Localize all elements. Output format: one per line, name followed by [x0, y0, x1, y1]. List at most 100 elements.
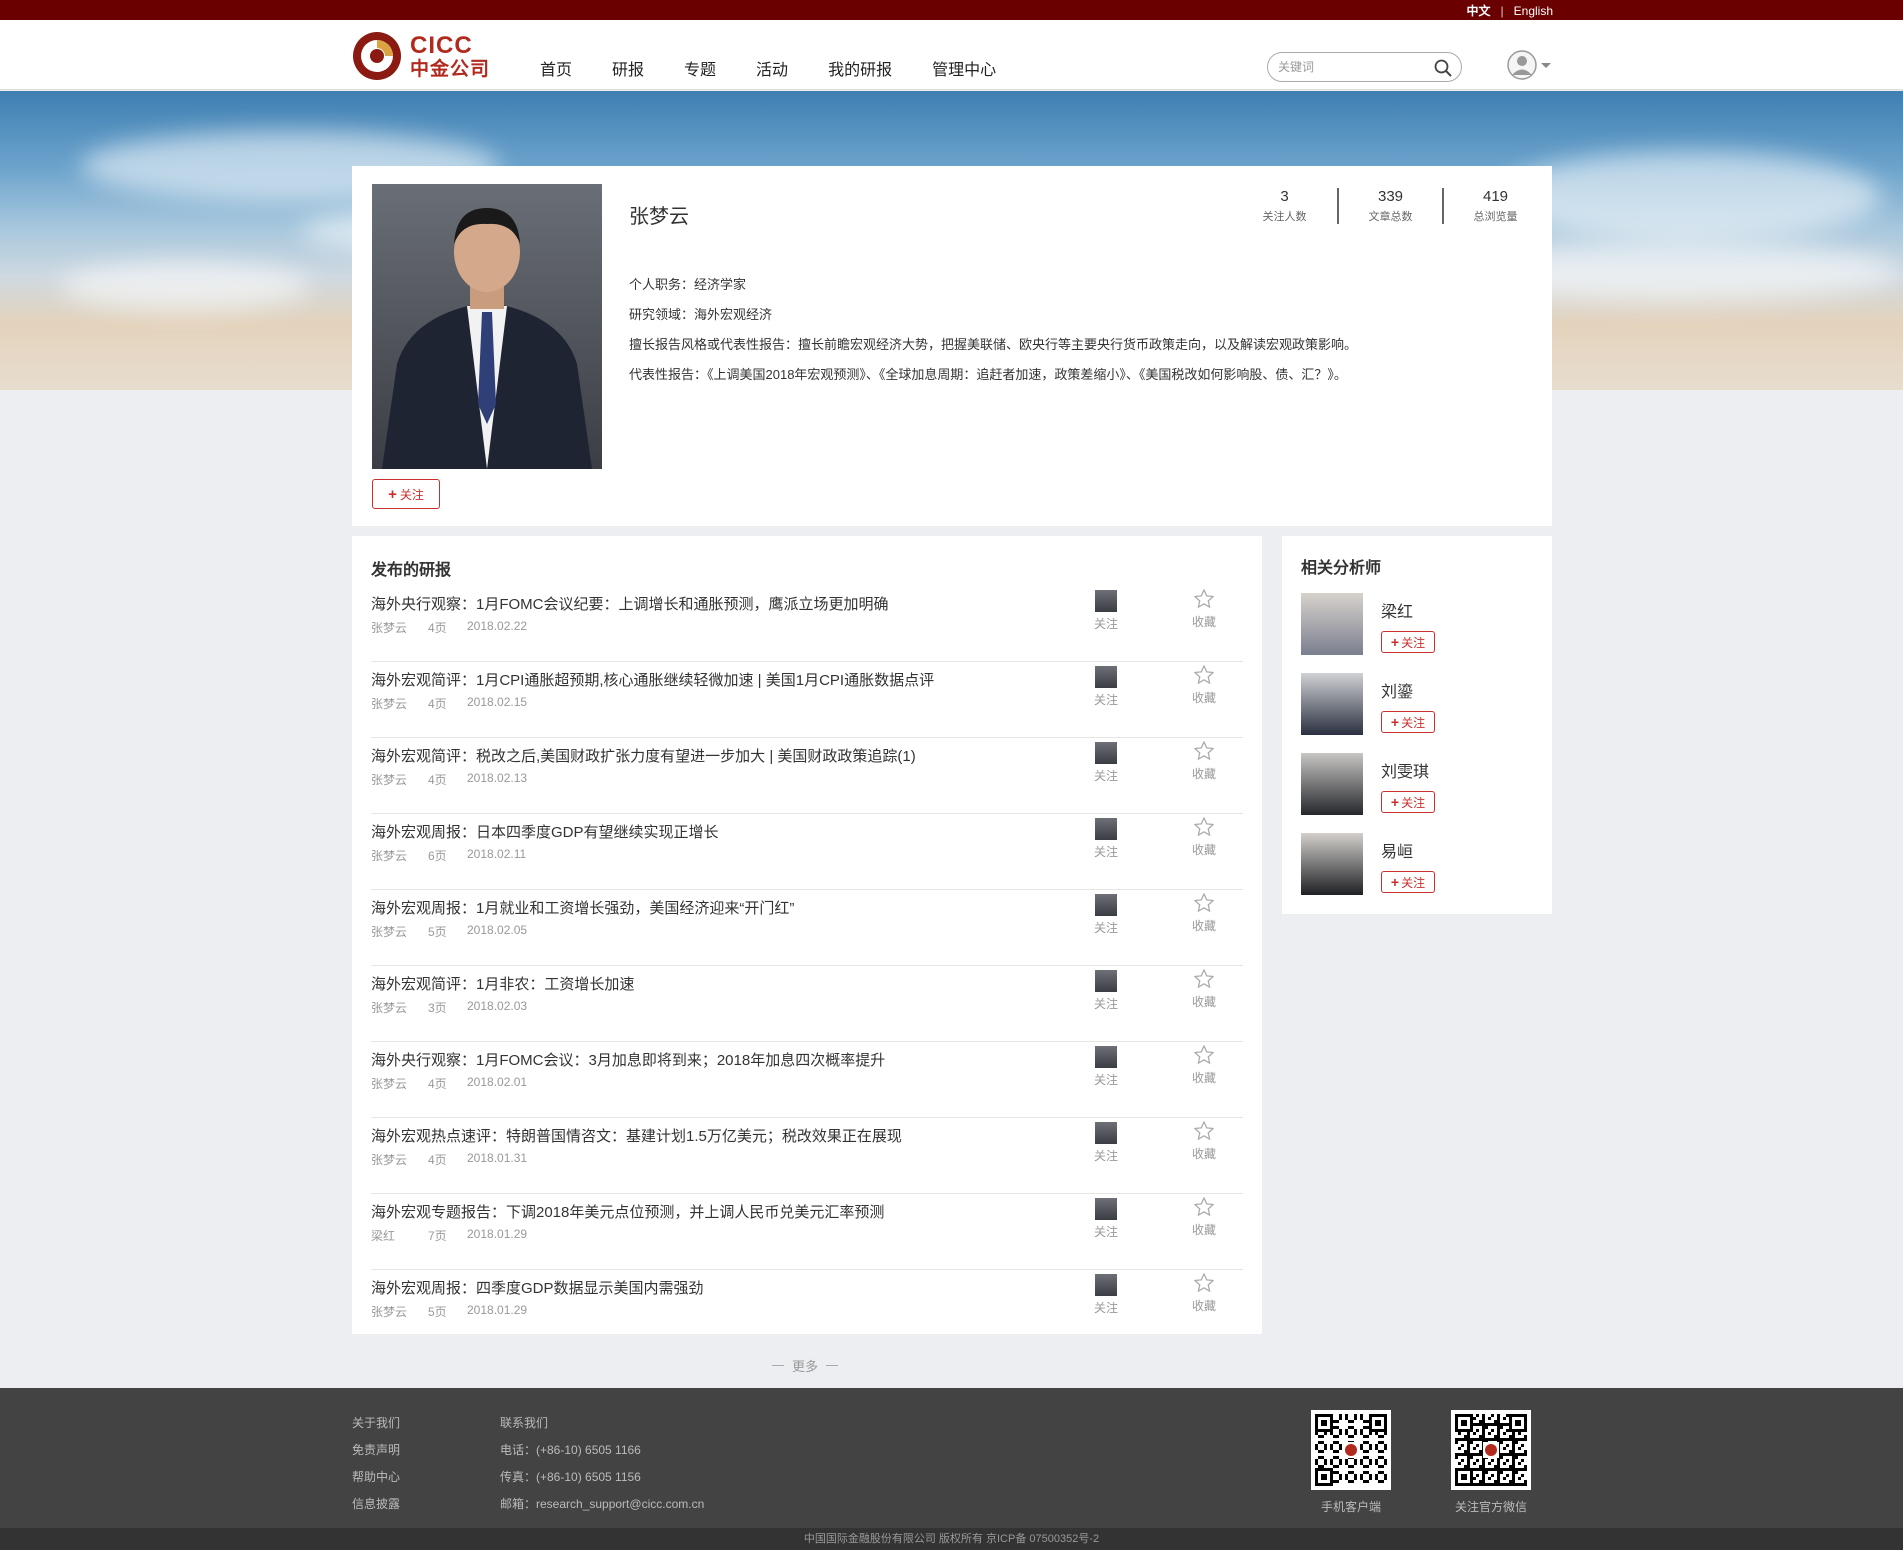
favorite-label: 收藏 — [1191, 615, 1216, 629]
footer-contact-title[interactable]: 联系我们 — [500, 1410, 704, 1437]
footer-disclaimer[interactable]: 免责声明 — [352, 1437, 400, 1464]
report-date: 2018.01.29 — [467, 1303, 528, 1317]
follow-label: 关注 — [1093, 1149, 1118, 1163]
nav-events[interactable]: 活动 — [756, 56, 788, 80]
report-title[interactable]: 海外宏观周报：1月就业和工资增长强劲，美国经济迎来“开门红” — [371, 897, 794, 918]
related-follow-button[interactable]: + 关注 — [1381, 711, 1435, 733]
report-follow-author[interactable]: 关注 — [1091, 590, 1121, 632]
report-title[interactable]: 海外宏观周报：四季度GDP数据显示美国内需强劲 — [371, 1277, 704, 1298]
report-follow-author[interactable]: 关注 — [1091, 818, 1121, 860]
cicc-logo[interactable]: CICC 中金公司 — [352, 30, 490, 82]
report-row: 海外宏观周报：日本四季度GDP有望继续实现正增长 张梦云 6页 2018.02.11 关… — [371, 814, 1243, 890]
report-author[interactable]: 梁红 — [371, 1227, 428, 1244]
nav-home[interactable]: 首页 — [540, 56, 572, 80]
report-title[interactable]: 海外央行观察：1月FOMC会议：3月加息即将到来；2018年加息四次概率提升 — [371, 1049, 885, 1070]
report-title[interactable]: 海外宏观简评：1月CPI通胀超预期,核心通胀继续轻微加速 | 美国1月CPI通胀… — [371, 669, 934, 690]
report-follow-author[interactable]: 关注 — [1091, 1122, 1121, 1164]
nav-my-reports[interactable]: 我的研报 — [828, 56, 892, 80]
report-date: 2018.01.31 — [467, 1151, 528, 1165]
report-follow-author[interactable]: 关注 — [1091, 666, 1121, 708]
report-follow-author[interactable]: 关注 — [1091, 894, 1121, 936]
star-icon — [1194, 817, 1214, 836]
profile-stats: 3 关注人数 339 文章总数 419 总浏览量 — [1232, 188, 1547, 224]
author-thumbnail — [1095, 742, 1117, 764]
report-pages: 5页 — [428, 925, 447, 939]
related-follow-button[interactable]: + 关注 — [1381, 871, 1435, 893]
lang-english[interactable]: English — [1514, 4, 1553, 18]
plus-icon: + — [1390, 634, 1400, 650]
nav-reports[interactable]: 研报 — [612, 56, 644, 80]
report-follow-author[interactable]: 关注 — [1091, 1046, 1121, 1088]
analyst-avatar[interactable] — [1301, 673, 1363, 735]
report-author[interactable]: 张梦云 — [371, 923, 428, 940]
report-row: 海外宏观专题报告：下调2018年美元点位预测，并上调人民币兑美元汇率预测 梁红 7页… — [371, 1194, 1243, 1270]
analyst-avatar[interactable] — [1301, 833, 1363, 895]
star-icon — [1194, 589, 1214, 608]
info-field: 研究领域：海外宏观经济 — [629, 307, 773, 322]
report-author[interactable]: 张梦云 — [371, 999, 428, 1016]
report-favorite[interactable]: 收藏 — [1184, 816, 1224, 858]
footer-phone: 电话：(+86-10) 6505 1166 — [500, 1443, 641, 1457]
report-date: 2018.01.29 — [467, 1227, 528, 1241]
lang-chinese[interactable]: 中文 — [1467, 2, 1491, 19]
report-title[interactable]: 海外宏观简评：税改之后,美国财政扩张力度有望进一步加大 | 美国财政政策追踪(1… — [371, 745, 916, 766]
report-title[interactable]: 海外宏观简评：1月非农：工资增长加速 — [371, 973, 634, 994]
user-menu[interactable] — [1507, 50, 1551, 80]
search-icon[interactable] — [1433, 58, 1453, 78]
stat-label: 总浏览量 — [1473, 211, 1518, 223]
report-row: 海外宏观热点速评：特朗普国情咨文：基建计划1.5万亿美元；税改效果正在展现张梦云… — [371, 1118, 1243, 1194]
follow-label: 关注 — [1093, 1073, 1118, 1087]
report-follow-author[interactable]: 关注 — [1091, 970, 1121, 1012]
report-favorite[interactable]: 收藏 — [1184, 588, 1224, 630]
favorite-label: 收藏 — [1191, 1147, 1216, 1161]
follow-button[interactable]: + 关注 — [372, 479, 440, 509]
nav-admin[interactable]: 管理中心 — [932, 56, 996, 80]
report-title[interactable]: 海外宏观专题报告：下调2018年美元点位预测，并上调人民币兑美元汇率预测 — [371, 1201, 884, 1222]
report-author[interactable]: 张梦云 — [371, 1151, 428, 1168]
report-author[interactable]: 张梦云 — [371, 1075, 428, 1092]
report-meta: 张梦云 5页 2018.02.05 — [371, 923, 527, 940]
report-favorite[interactable]: 收藏 — [1184, 1196, 1224, 1238]
report-author[interactable]: 张梦云 — [371, 619, 428, 636]
search-input[interactable] — [1278, 58, 1428, 76]
report-meta: 张梦云 4页 2018.02.13 — [371, 771, 527, 788]
follow-label: 关注 — [1093, 845, 1118, 859]
footer-about[interactable]: 关于我们 — [352, 1410, 400, 1437]
report-author[interactable]: 张梦云 — [371, 847, 428, 864]
nav-topics[interactable]: 专题 — [684, 56, 716, 80]
report-title[interactable]: 海外央行观察：1月FOMC会议纪要：上调增长和通胀预测，鹰派立场更加明确 — [371, 593, 889, 614]
report-follow-author[interactable]: 关注 — [1091, 1274, 1121, 1316]
related-analyst-name[interactable]: 刘雯琪 — [1381, 758, 1429, 782]
related-analyst-name[interactable]: 刘鎏 — [1381, 678, 1413, 702]
related-follow-button[interactable]: + 关注 — [1381, 631, 1435, 653]
analyst-avatar[interactable] — [1301, 593, 1363, 655]
report-author[interactable]: 张梦云 — [371, 771, 428, 788]
report-follow-author[interactable]: 关注 — [1091, 1198, 1121, 1240]
report-favorite[interactable]: 收藏 — [1184, 1120, 1224, 1162]
analyst-avatar[interactable] — [1301, 753, 1363, 815]
report-author[interactable]: 张梦云 — [371, 1303, 428, 1320]
report-favorite[interactable]: 收藏 — [1184, 664, 1224, 706]
footer-email[interactable]: 邮箱：research_support@cicc.com.cn — [500, 1491, 704, 1518]
report-favorite[interactable]: 收藏 — [1184, 892, 1224, 934]
report-favorite[interactable]: 收藏 — [1184, 1272, 1224, 1314]
report-date: 2018.02.15 — [467, 695, 528, 709]
more-button[interactable]: 更多 — [772, 1356, 839, 1375]
report-title[interactable]: 海外宏观周报：日本四季度GDP有望继续实现正增长 — [371, 821, 719, 842]
footer-disclosure[interactable]: 信息披露 — [352, 1491, 400, 1518]
footer-help[interactable]: 帮助中心 — [352, 1464, 400, 1491]
related-analyst-name[interactable]: 易峘 — [1381, 838, 1413, 862]
footer-fax: 传真：(+86-10) 6505 1156 — [500, 1470, 641, 1484]
follow-label: 关注 — [1093, 921, 1118, 935]
report-favorite[interactable]: 收藏 — [1184, 968, 1224, 1010]
report-follow-author[interactable]: 关注 — [1091, 742, 1121, 784]
reports-list: 海外央行观察：1月FOMC会议纪要：上调增长和通胀预测，鹰派立场更加明确 张梦云 4… — [371, 586, 1243, 1346]
report-title[interactable]: 海外宏观热点速评：特朗普国情咨文：基建计划1.5万亿美元；税改效果正在展现 — [371, 1125, 902, 1146]
related-follow-button[interactable]: + 关注 — [1381, 791, 1435, 813]
report-pages: 4页 — [428, 1077, 447, 1091]
report-pages: 4页 — [428, 1153, 447, 1167]
report-favorite[interactable]: 收藏 — [1184, 1044, 1224, 1086]
report-favorite[interactable]: 收藏 — [1184, 740, 1224, 782]
related-analyst-name[interactable]: 梁红 — [1381, 598, 1413, 622]
report-author[interactable]: 张梦云 — [371, 695, 428, 712]
